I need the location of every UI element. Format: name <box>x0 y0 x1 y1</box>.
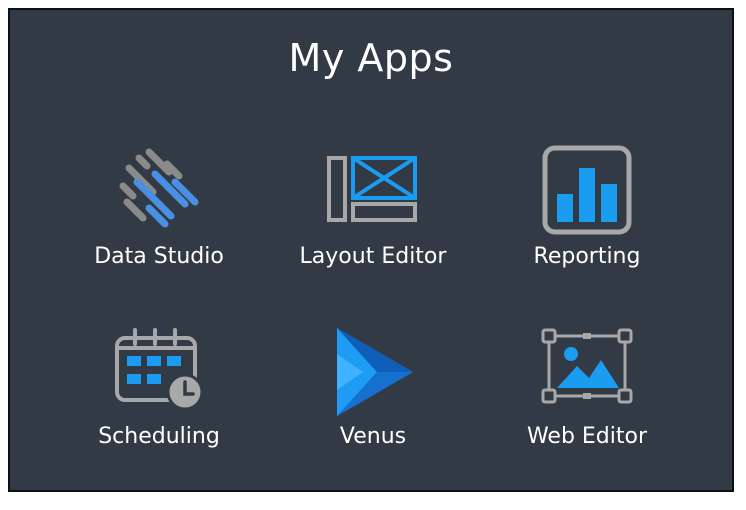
page-title: My Apps <box>288 36 454 80</box>
layout-editor-icon <box>323 144 423 240</box>
app-label-scheduling: Scheduling <box>98 424 220 449</box>
app-label-venus: Venus <box>339 424 407 449</box>
image-editor-icon <box>537 324 637 420</box>
calendar-clock-icon <box>109 324 209 420</box>
play-triangle-icon <box>323 324 423 420</box>
app-tile-venus[interactable]: Venus <box>268 324 478 474</box>
app-label-layout-editor: Layout Editor <box>299 244 447 269</box>
app-label-reporting: Reporting <box>533 244 641 269</box>
my-apps-panel: My Apps Data Studio Layout Editor Report… <box>8 8 734 492</box>
app-tile-layout-editor[interactable]: Layout Editor <box>268 144 478 294</box>
app-label-web-editor: Web Editor <box>526 424 648 449</box>
data-studio-icon <box>109 144 209 240</box>
app-tile-data-studio[interactable]: Data Studio <box>54 144 264 294</box>
app-tile-scheduling[interactable]: Scheduling <box>54 324 264 474</box>
app-label-data-studio: Data Studio <box>94 244 224 269</box>
bar-chart-icon <box>537 144 637 240</box>
app-tile-web-editor[interactable]: Web Editor <box>482 324 692 474</box>
app-tile-reporting[interactable]: Reporting <box>482 144 692 294</box>
